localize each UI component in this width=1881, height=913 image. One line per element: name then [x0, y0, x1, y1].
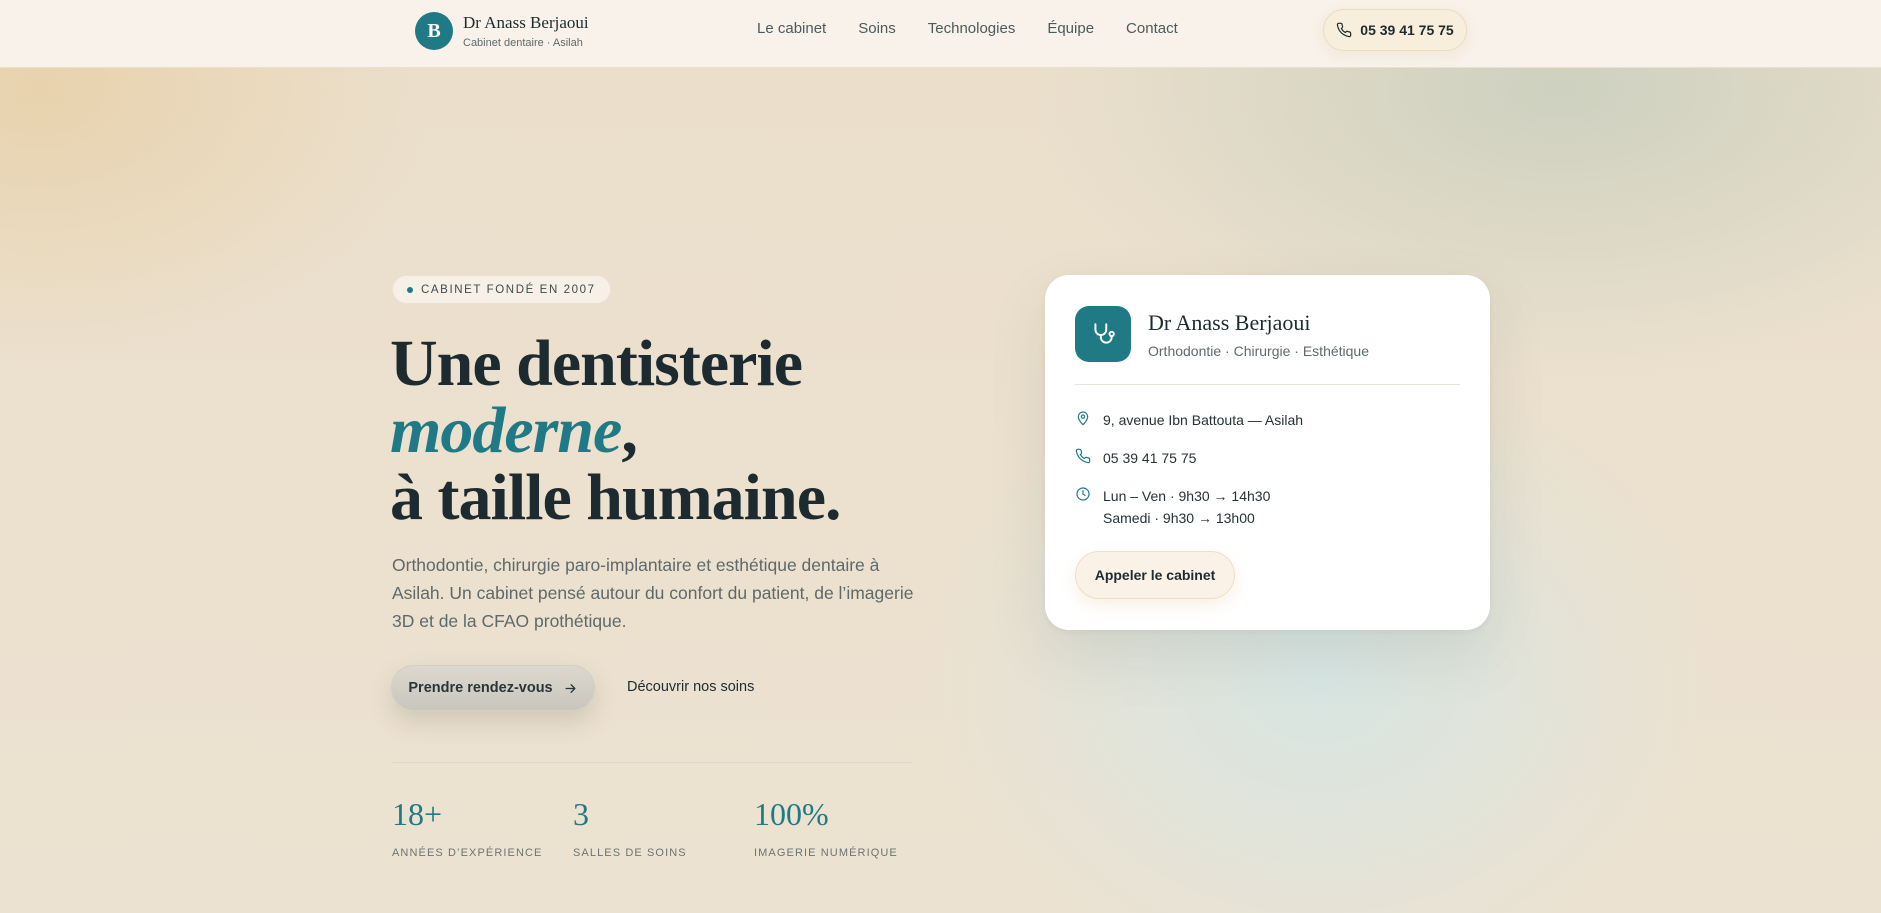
card-subtitle: Orthodontie · Chirurgie · Esthétique [1148, 343, 1369, 359]
stat-value: 100% [754, 796, 829, 832]
brand-logo[interactable]: B Dr Anass Berjaoui Cabinet dentaire · A… [415, 12, 589, 50]
header-phone-number: 05 39 41 75 75 [1360, 22, 1454, 38]
headline-comma: , [621, 394, 637, 467]
book-appointment-button[interactable]: Prendre rendez-vous [391, 665, 595, 711]
headline-accent: moderne [390, 394, 622, 467]
headline-line-1: Une dentisterie [390, 327, 803, 400]
arrow-right-icon [565, 683, 576, 693]
card-divider [1075, 384, 1460, 385]
clock-icon [1076, 487, 1090, 501]
brand-name: Dr Anass Berjaoui [463, 13, 589, 32]
book-appointment-label: Prendre rendez-vous [408, 680, 553, 696]
stat-value: 3 [573, 796, 589, 832]
founded-badge: CABINET FONDÉ EN 2007 [392, 275, 611, 304]
stat-caption: IMAGERIE NUMÉRIQUE [754, 847, 898, 859]
phone-icon [1337, 22, 1352, 38]
call-clinic-button[interactable]: Appeler le cabinet [1075, 551, 1235, 599]
call-clinic-label: Appeler le cabinet [1094, 567, 1216, 583]
hero-background [0, 0, 1881, 913]
nav-link-cabinet[interactable]: Le cabinet [757, 20, 826, 37]
brand-subtitle: Cabinet dentaire · Asilah [463, 37, 583, 49]
phone-icon [1075, 448, 1091, 464]
stat-value: 18+ [392, 796, 443, 832]
stats-divider [392, 762, 912, 763]
nav-link-contact[interactable]: Contact [1126, 20, 1178, 37]
contact-card: Dr Anass Berjaoui Orthodontie · Chirurgi… [1045, 275, 1490, 630]
main-nav: Le cabinet Soins Technologies Équipe Con… [757, 20, 1210, 37]
address-row: 9, avenue Ibn Battouta — Asilah [1075, 409, 1303, 431]
stat-caption: ANNÉES D’EXPÉRIENCE [392, 847, 543, 859]
hero-headline: Une dentisterie moderne, à taille humain… [390, 327, 842, 534]
stat-caption: SALLES DE SOINS [573, 847, 687, 859]
card-icon-tile [1075, 306, 1131, 362]
map-pin-icon [1077, 411, 1089, 426]
stat-imaging: 100% IMAGERIE NUMÉRIQUE [754, 796, 898, 859]
site-header: B Dr Anass Berjaoui Cabinet dentaire · A… [0, 0, 1881, 68]
phone-row: 05 39 41 75 75 [1075, 447, 1196, 469]
header-phone-button[interactable]: 05 39 41 75 75 [1323, 9, 1467, 51]
discover-services-link[interactable]: Découvrir nos soins [627, 679, 754, 695]
badge-dot [407, 286, 413, 293]
badge-label: CABINET FONDÉ EN 2007 [421, 283, 596, 296]
hours-saturday: Samedi · 9h30 → 13h00 [1103, 510, 1255, 526]
stat-rooms: 3 SALLES DE SOINS [573, 796, 687, 859]
stethoscope-icon [1094, 323, 1115, 344]
card-title: Dr Anass Berjaoui [1148, 310, 1311, 335]
hero-lede: Orthodontie, chirurgie paro-implantaire … [392, 555, 914, 631]
nav-link-soins[interactable]: Soins [858, 20, 896, 37]
card-phone-text: 05 39 41 75 75 [1103, 450, 1197, 466]
address-text: 9, avenue Ibn Battouta — Asilah [1103, 412, 1304, 428]
hours-row: Lun – Ven · 9h30 → 14h30 Samedi · 9h30 →… [1075, 485, 1270, 529]
headline-line-3: à taille humaine. [390, 461, 842, 534]
nav-link-equipe[interactable]: Équipe [1047, 20, 1094, 37]
stat-experience: 18+ ANNÉES D’EXPÉRIENCE [392, 796, 543, 859]
hours-weekday: Lun – Ven · 9h30 → 14h30 [1103, 488, 1271, 504]
brand-text: Dr Anass Berjaoui Cabinet dentaire · Asi… [463, 13, 589, 49]
brand-mark: B [415, 12, 453, 50]
nav-link-technologies[interactable]: Technologies [928, 20, 1016, 37]
